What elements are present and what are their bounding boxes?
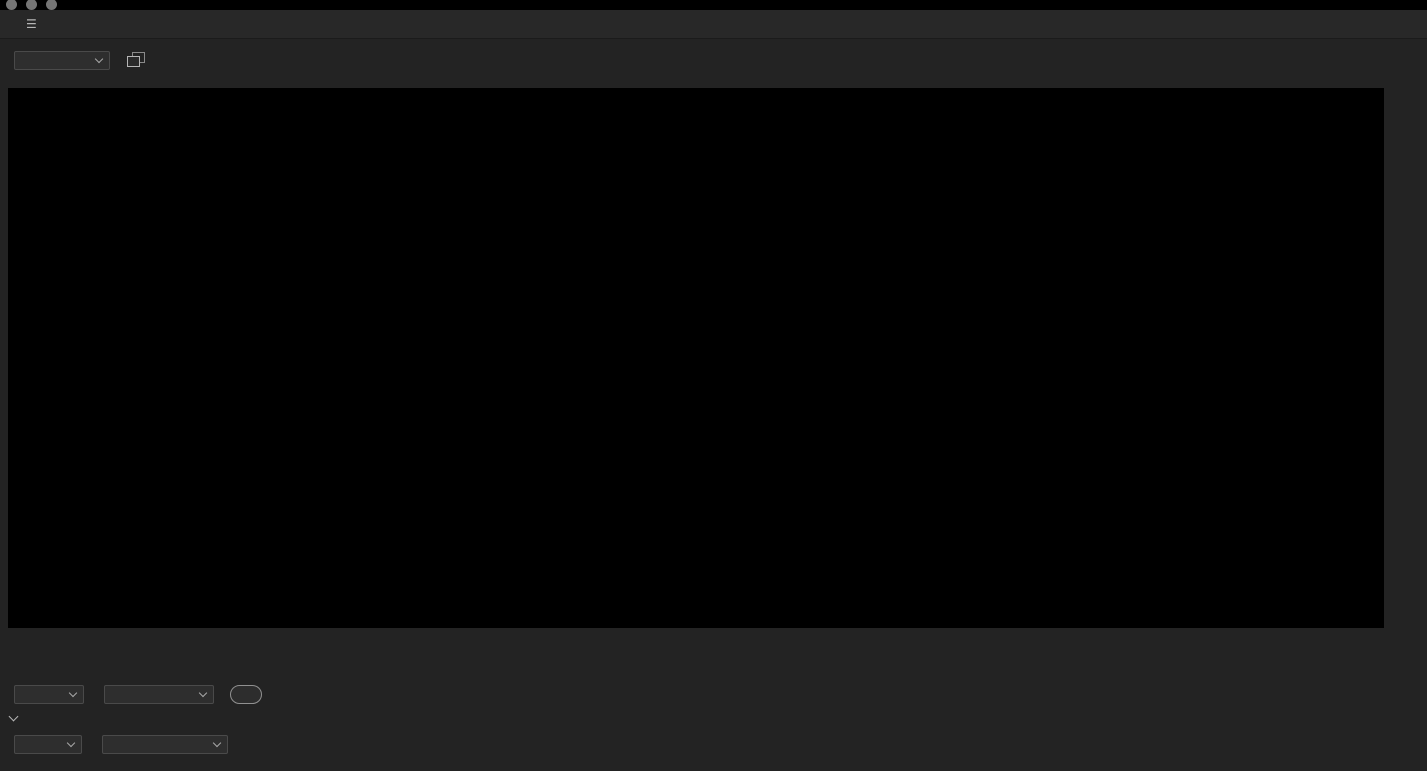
display-controls-row [8,684,262,704]
chevron-down-icon [198,688,208,697]
chevron-down-icon [68,688,78,697]
display-dropdown[interactable] [14,684,84,704]
window-function-dropdown[interactable] [102,734,228,754]
y-axis [1388,88,1427,640]
toolbar [0,39,1427,85]
spectrum-plot[interactable] [8,88,1384,628]
chevron-down-icon [94,54,104,64]
chevron-down-icon [212,738,222,747]
chevron-down-icon [8,711,19,722]
panel-header: ☰ [0,10,1427,39]
panel-menu-icon[interactable]: ☰ [26,17,37,31]
window-close-button[interactable] [6,0,17,10]
window-zoom-button[interactable] [46,0,57,10]
scale-dropdown[interactable] [14,51,110,70]
advanced-section-header[interactable] [8,710,27,726]
x-axis [8,637,1388,652]
scan-selection-button[interactable] [230,684,262,704]
fft-controls-row [8,734,249,754]
window-titlebar-strip [0,0,1427,10]
spectrum-chart [8,88,1384,628]
frequency-analysis-panel: ☰ [0,0,1427,771]
snapshot-button[interactable] [126,51,146,69]
window-minimize-button[interactable] [26,0,37,10]
chevron-down-icon [66,738,76,747]
fft-size-dropdown[interactable] [14,734,82,754]
top-channel-dropdown[interactable] [104,684,214,704]
